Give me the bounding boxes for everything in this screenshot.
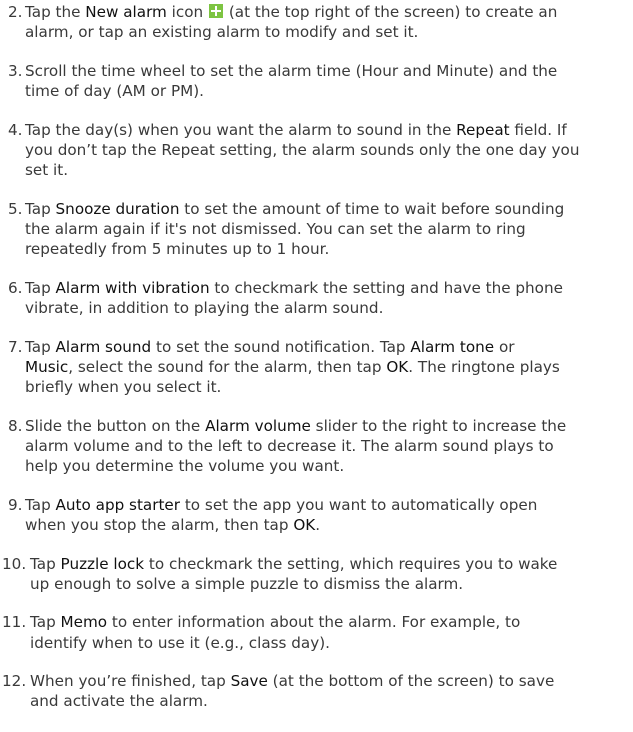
text-run: Scroll the time wheel to set the alarm t… xyxy=(25,61,558,80)
text-run: alarm, or tap an existing alarm to modif… xyxy=(25,23,419,42)
text-run: Tap xyxy=(25,278,56,297)
text-run: repeatedly from 5 minutes up to 1 hour. xyxy=(25,240,330,259)
text-run: Slide the button on the xyxy=(25,416,206,435)
text-run: field. If xyxy=(509,120,567,139)
ui-term: Alarm with vibration xyxy=(55,278,210,297)
instruction-list: 2. Tap the New alarm icon (at the top rig… xyxy=(0,0,633,732)
step-number: 12. xyxy=(2,672,27,691)
step-text-line: alarm, or tap an existing alarm to modif… xyxy=(25,21,418,43)
step-text-line: Tap Alarm sound to set the sound notific… xyxy=(25,336,515,358)
step-text-line: briefly when you select it. xyxy=(25,376,221,398)
text-run: Tap xyxy=(25,495,56,514)
text-run: Tap the day(s) when you want the alarm t… xyxy=(25,120,457,139)
step-number: 9. xyxy=(8,495,23,514)
text-run: alarm volume and to the left to decrease… xyxy=(25,436,554,455)
step-number: 2. xyxy=(8,3,23,21)
ui-term: Memo xyxy=(60,613,108,632)
step-number: 11. xyxy=(2,613,27,632)
ui-term: OK xyxy=(386,357,409,376)
text-run: to checkmark the setting, which requires… xyxy=(144,554,558,573)
text-run: Tap xyxy=(25,337,56,356)
ui-term: Repeat xyxy=(456,120,510,139)
step-number: 6. xyxy=(8,278,23,297)
step-text-line: time of day (AM or PM). xyxy=(25,80,204,102)
text-run: identify when to use it (e.g., class day… xyxy=(30,633,330,652)
text-run: and activate the alarm. xyxy=(30,692,208,711)
text-run: , select the sound for the alarm, then t… xyxy=(68,357,387,376)
step-text-line: you don’t tap the Repeat setting, the al… xyxy=(25,139,579,161)
step-number: 5. xyxy=(8,199,23,218)
ui-term: Music xyxy=(25,357,69,376)
step-text-line: help you determine the volume you want. xyxy=(25,455,344,477)
text-run: Tap the xyxy=(25,3,86,21)
text-run: Tap xyxy=(25,199,56,218)
text-run: . The ringtone plays xyxy=(408,357,560,376)
text-run: time of day (AM or PM). xyxy=(25,82,204,101)
text-run: to set the amount of time to wait before… xyxy=(179,199,565,218)
ui-term: OK xyxy=(293,515,316,534)
step-text-line: Scroll the time wheel to set the alarm t… xyxy=(25,60,557,82)
step-text-line: identify when to use it (e.g., class day… xyxy=(30,632,330,654)
ui-term: Alarm sound xyxy=(55,337,152,356)
ui-term: Auto app starter xyxy=(55,495,181,514)
text-run: briefly when you select it. xyxy=(25,378,222,397)
step-text-line: alarm volume and to the left to decrease… xyxy=(25,435,554,457)
step-text-line: the alarm again if it's not dismissed. Y… xyxy=(25,218,526,240)
step-number: 10. xyxy=(2,554,27,573)
step-text-line: When you’re finished, tap Save (at the b… xyxy=(30,670,554,692)
step-text-line: Tap the day(s) when you want the alarm t… xyxy=(25,119,567,141)
text-run: (at the bottom of the screen) to save xyxy=(267,672,555,691)
ui-term: Alarm volume xyxy=(205,416,311,435)
step-text-line: vibrate, in addition to playing the alar… xyxy=(25,297,383,319)
text-run: to set the app you want to automatically… xyxy=(180,495,538,514)
text-run: slider to the right to increase the xyxy=(310,416,567,435)
text-run: to checkmark the setting and have the ph… xyxy=(209,278,563,297)
step-text-line: Music, select the sound for the alarm, t… xyxy=(25,356,560,378)
ui-term: Snooze duration xyxy=(55,199,180,218)
text-run: icon xyxy=(166,3,209,21)
step-text-line: Slide the button on the Alarm volume sli… xyxy=(25,415,566,437)
text-run: vibrate, in addition to playing the alar… xyxy=(25,298,384,317)
text-run: you don’t tap the Repeat setting, the al… xyxy=(25,140,580,159)
step-text-line: Tap the New alarm icon (at the top right… xyxy=(25,1,557,23)
text-run: when you stop the alarm, then tap xyxy=(25,515,294,534)
text-run: . xyxy=(315,515,321,534)
step-number: 7. xyxy=(8,337,23,356)
ui-term: New alarm xyxy=(85,3,167,21)
step-text-line: when you stop the alarm, then tap OK. xyxy=(25,514,320,536)
text-run: Tap xyxy=(30,554,61,573)
step-text-line: up enough to solve a simple puzzle to di… xyxy=(30,573,463,595)
text-run: to enter information about the alarm. Fo… xyxy=(107,613,521,632)
step-text-line: and activate the alarm. xyxy=(30,690,208,712)
ui-term: Puzzle lock xyxy=(60,554,145,573)
plus-icon xyxy=(209,4,224,18)
text-run: (at the top right of the screen) to crea… xyxy=(224,3,558,21)
step-text-line: set it. xyxy=(25,159,68,181)
text-run: to set the sound notification. Tap xyxy=(151,337,411,356)
step-text-line: Tap Puzzle lock to checkmark the setting… xyxy=(30,553,557,575)
step-text-line: Tap Auto app starter to set the app you … xyxy=(25,494,537,516)
ui-term: Alarm tone xyxy=(410,337,495,356)
step-number: 3. xyxy=(8,61,23,80)
step-text-line: repeatedly from 5 minutes up to 1 hour. xyxy=(25,238,329,260)
step-number: 4. xyxy=(8,120,23,139)
text-run: the alarm again if it's not dismissed. Y… xyxy=(25,219,526,238)
ui-term: Save xyxy=(230,672,268,691)
step-text-line: Tap Alarm with vibration to checkmark th… xyxy=(25,277,563,299)
step-number: 8. xyxy=(8,416,23,435)
text-run: When you’re finished, tap xyxy=(30,672,231,691)
step-text-line: Tap Memo to enter information about the … xyxy=(30,611,520,633)
step-text-line: Tap Snooze duration to set the amount of… xyxy=(25,198,564,220)
text-run: set it. xyxy=(25,161,69,180)
text-run: help you determine the volume you want. xyxy=(25,457,345,476)
text-run: Tap xyxy=(30,613,61,632)
text-run: or xyxy=(494,337,515,356)
text-run: up enough to solve a simple puzzle to di… xyxy=(30,574,464,593)
